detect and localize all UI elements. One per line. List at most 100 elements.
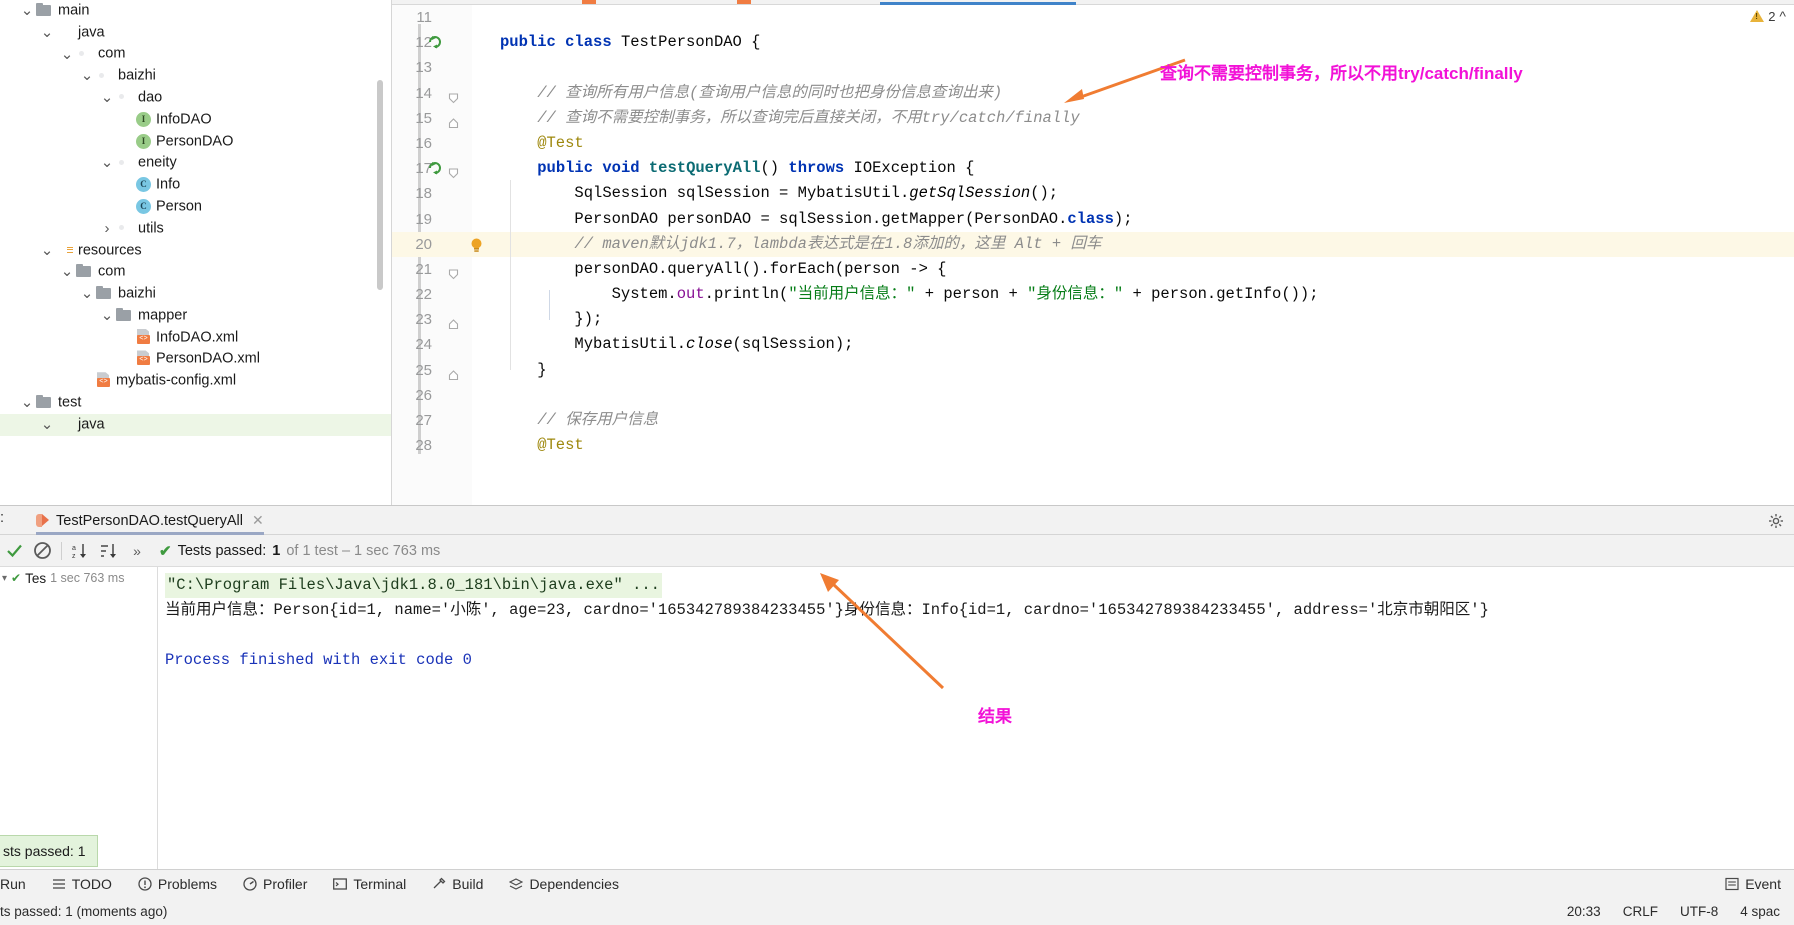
tree-item-dao[interactable]: ⌄ dao: [0, 87, 392, 109]
sort-alphabetically-icon[interactable]: a z: [67, 537, 95, 565]
project-tree-scrollbar[interactable]: [377, 80, 383, 290]
sort-by-duration-icon[interactable]: [95, 537, 123, 565]
code-line[interactable]: 22 System.out.println("当前用户信息：" + person…: [392, 282, 1794, 307]
inspection-widget[interactable]: 2 ^: [1750, 6, 1786, 26]
chevron-down-icon[interactable]: ⌄: [58, 47, 76, 62]
chevron-up-icon[interactable]: ^: [1779, 8, 1786, 24]
code-token: void: [602, 159, 649, 178]
code-line[interactable]: 16 @Test: [392, 131, 1794, 156]
intention-bulb-icon[interactable]: [470, 237, 483, 252]
code-line[interactable]: 20 // maven默认jdk1.7，lambda表达式是在1.8添加的，这里…: [392, 231, 1794, 257]
tree-item-persondao-xml[interactable]: PersonDAO.xml: [0, 349, 392, 371]
code-line[interactable]: 12 public class TestPersonDAO {: [392, 30, 1794, 55]
tree-item-infodao-xml[interactable]: InfoDAO.xml: [0, 327, 392, 349]
code-line[interactable]: 26: [392, 383, 1794, 408]
test-results-tree[interactable]: ▾ ✔ Tes 1 sec 763 ms: [0, 567, 158, 869]
code-line[interactable]: 15 // 查询不需要控制事务，所以查询完后直接关闭，不用try/catch/f…: [392, 106, 1794, 131]
tree-item-baizhi[interactable]: ⌄ baizhi: [0, 65, 392, 87]
chevron-down-icon[interactable]: ⌄: [58, 264, 76, 279]
xml-icon: [136, 329, 151, 345]
run-test-icon[interactable]: [428, 161, 442, 175]
code-line[interactable]: 27 // 保存用户信息: [392, 408, 1794, 433]
more-options-icon[interactable]: »: [123, 537, 151, 565]
tree-item-java[interactable]: ⌄ java: [0, 22, 392, 44]
rerun-passed-icon[interactable]: [0, 537, 28, 565]
console-output[interactable]: "C:\Program Files\Java\jdk1.8.0_181\bin\…: [159, 567, 1794, 869]
chevron-down-icon[interactable]: ⌄: [98, 155, 116, 170]
tree-item-test[interactable]: ⌄ test: [0, 392, 392, 414]
code-line[interactable]: 11: [392, 5, 1794, 30]
tree-item-person[interactable]: Person: [0, 196, 392, 218]
chevron-down-icon[interactable]: ⌄: [98, 90, 116, 105]
tree-item-label: mybatis-config.xml: [116, 372, 237, 389]
run-tab-testpersondao[interactable]: TestPersonDAO.testQueryAll ✕: [28, 506, 272, 535]
code-line[interactable]: 24 MybatisUtil.close(sqlSession);: [392, 332, 1794, 357]
run-toolbar[interactable]: a z » ✔ Tests passed: 1 of 1 test – 1 se…: [0, 535, 1794, 567]
folder-blue-icon: [56, 25, 73, 39]
fold-region-end-icon[interactable]: [448, 113, 459, 128]
bottom-bar-event-log[interactable]: Event: [1712, 870, 1794, 899]
tree-item-mapper[interactable]: ⌄ mapper: [0, 305, 392, 327]
tree-item-eneity[interactable]: ⌄ eneity: [0, 153, 392, 175]
status-indent[interactable]: 4 spac: [1740, 904, 1780, 919]
chevron-down-icon[interactable]: ⌄: [38, 243, 56, 258]
code-line[interactable]: 21 personDAO.queryAll().forEach(person -…: [392, 257, 1794, 282]
bottom-bar-profiler[interactable]: Profiler: [230, 870, 320, 899]
chevron-down-icon[interactable]: ⌄: [38, 417, 56, 432]
tree-item-info[interactable]: Info: [0, 174, 392, 196]
code-line[interactable]: 18 SqlSession sqlSession = MybatisUtil.g…: [392, 181, 1794, 206]
tree-item-com[interactable]: ⌄ com: [0, 44, 392, 66]
bottom-bar-terminal[interactable]: Terminal: [320, 870, 419, 899]
code-token: SqlSession sqlSession = MybatisUtil.: [500, 184, 910, 203]
tree-item-infodao[interactable]: InfoDAO: [0, 109, 392, 131]
code-line[interactable]: 28 @Test: [392, 433, 1794, 458]
bottom-bar-dependencies[interactable]: Dependencies: [496, 870, 632, 899]
gear-icon[interactable]: [1768, 513, 1784, 529]
status-bar[interactable]: ts passed: 1 (moments ago) 20:33 CRLF UT…: [0, 898, 1794, 925]
tree-item-utils[interactable]: › utils: [0, 218, 392, 240]
code-line[interactable]: 17 public void testQueryAll() throws IOE…: [392, 156, 1794, 181]
bottom-bar-run[interactable]: Run: [0, 870, 39, 899]
run-tab-bar[interactable]: : TestPersonDAO.testQueryAll ✕: [0, 506, 1794, 535]
fold-region-icon[interactable]: [448, 264, 459, 280]
fold-region-icon[interactable]: [448, 88, 459, 103]
tree-item-java[interactable]: ⌄ java: [0, 414, 392, 436]
code-token: {: [751, 33, 761, 52]
code-line[interactable]: 19 PersonDAO personDAO = sqlSession.getM…: [392, 207, 1794, 232]
chevron-down-icon[interactable]: ⌄: [78, 286, 96, 301]
chevron-right-icon[interactable]: ›: [98, 218, 116, 240]
close-icon[interactable]: ✕: [252, 512, 264, 529]
status-line-separator[interactable]: CRLF: [1623, 904, 1658, 919]
chevron-down-icon[interactable]: ▾: [2, 573, 7, 584]
chevron-down-icon[interactable]: ⌄: [78, 68, 96, 83]
tree-item-persondao[interactable]: PersonDAO: [0, 131, 392, 153]
project-tree-panel[interactable]: ⌄main⌄java⌄com⌄baizhi⌄daoInfoDAOPersonDA…: [0, 0, 392, 505]
line-number: 22: [415, 286, 432, 304]
code-line[interactable]: 23 });: [392, 307, 1794, 332]
fold-region-end-icon[interactable]: [448, 314, 459, 330]
tree-item-label: PersonDAO: [156, 132, 234, 149]
status-encoding[interactable]: UTF-8: [1680, 904, 1718, 919]
tests-passed-count: 1: [272, 542, 281, 559]
tree-item-main[interactable]: ⌄ main: [0, 0, 392, 22]
tree-item-com[interactable]: ⌄ com: [0, 262, 392, 284]
bottom-bar-problems[interactable]: Problems: [125, 870, 230, 899]
chevron-down-icon[interactable]: ⌄: [38, 25, 56, 40]
fold-region-end-icon[interactable]: [448, 365, 459, 380]
tool-window-bar[interactable]: Run TODO Problems Profiler Terminal Buil…: [0, 869, 1794, 898]
tree-item-content: InfoDAO: [0, 111, 212, 128]
fold-region-icon[interactable]: [448, 163, 459, 179]
tree-item-baizhi[interactable]: ⌄ baizhi: [0, 283, 392, 305]
tree-item-mybatis-config-xml[interactable]: mybatis-config.xml: [0, 371, 392, 393]
run-test-icon[interactable]: [428, 35, 442, 49]
chevron-down-icon[interactable]: ⌄: [18, 3, 36, 18]
chevron-down-icon[interactable]: ⌄: [18, 395, 36, 410]
tree-item-resources[interactable]: ⌄ resources: [0, 240, 392, 262]
test-tree-row[interactable]: ▾ ✔ Tes 1 sec 763 ms: [0, 567, 157, 589]
bottom-bar-todo[interactable]: TODO: [39, 870, 125, 899]
hide-passed-icon[interactable]: [28, 537, 56, 565]
code-line-text: System.out.println("当前用户信息：" + person + …: [500, 282, 1319, 307]
code-line[interactable]: 25 }: [392, 358, 1794, 383]
bottom-bar-build[interactable]: Build: [419, 870, 496, 899]
chevron-down-icon[interactable]: ⌄: [98, 308, 116, 323]
